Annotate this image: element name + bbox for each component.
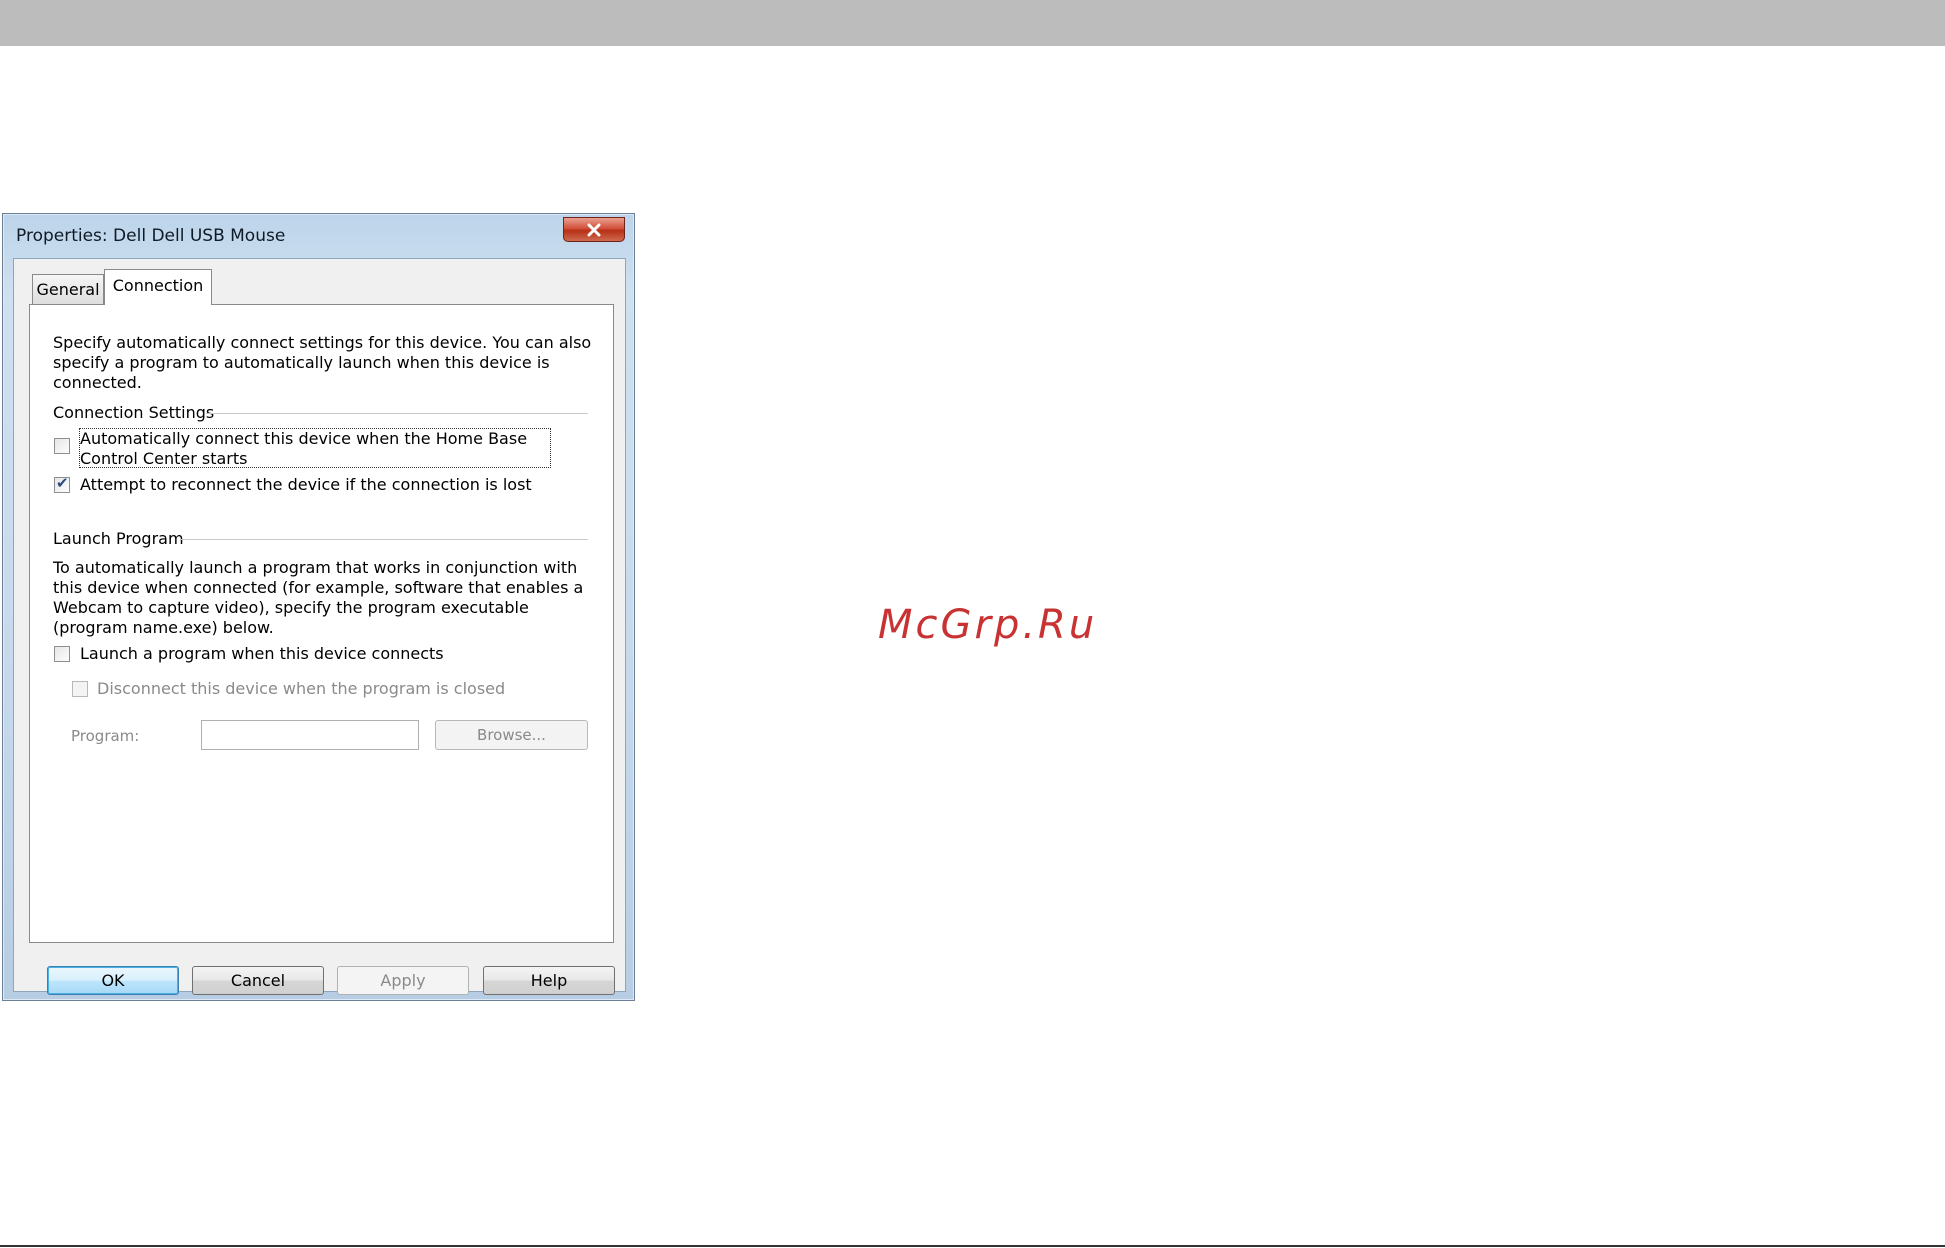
reconnect-label[interactable]: Attempt to reconnect the device if the c… — [80, 475, 580, 495]
tab-general[interactable]: General — [32, 274, 104, 304]
connection-settings-divider — [206, 413, 588, 414]
apply-button[interactable]: Apply — [337, 966, 469, 995]
help-button[interactable]: Help — [483, 966, 615, 995]
page-header-band — [0, 0, 1945, 46]
launch-on-connect-label[interactable]: Launch a program when this device connec… — [80, 644, 580, 664]
launch-program-divider — [180, 539, 588, 540]
connection-settings-heading: Connection Settings — [53, 403, 215, 422]
tab-connection[interactable]: Connection — [104, 269, 212, 305]
auto-connect-label[interactable]: Automatically connect this device when t… — [80, 429, 550, 469]
cancel-button[interactable]: Cancel — [192, 966, 324, 995]
launch-program-description: To automatically launch a program that w… — [53, 558, 584, 637]
reconnect-checkbox[interactable] — [54, 474, 70, 493]
connection-tab-panel: Specify automatically connect settings f… — [29, 304, 614, 943]
dialog-client-area: General Connection Specify automatically… — [13, 258, 626, 995]
close-icon — [587, 223, 601, 236]
disconnect-on-close-checkbox[interactable] — [72, 681, 88, 697]
launch-on-connect-checkbox[interactable] — [54, 646, 70, 662]
launch-program-heading: Launch Program — [53, 529, 184, 548]
program-input[interactable] — [201, 720, 419, 750]
watermark-text: McGrp.Ru — [878, 602, 1098, 648]
close-button[interactable] — [563, 217, 625, 242]
dialog-title: Properties: Dell Dell USB Mouse — [16, 226, 286, 246]
bottom-divider — [0, 1245, 1945, 1247]
disconnect-on-close-label[interactable]: Disconnect this device when the program … — [97, 679, 577, 699]
auto-connect-checkbox[interactable] — [54, 438, 70, 454]
ok-button[interactable]: OK — [47, 966, 179, 995]
properties-dialog: Properties: Dell Dell USB Mouse General … — [2, 213, 635, 1001]
program-label: Program: — [71, 727, 140, 745]
connection-description: Specify automatically connect settings f… — [53, 333, 592, 392]
browse-button[interactable]: Browse... — [435, 720, 588, 750]
